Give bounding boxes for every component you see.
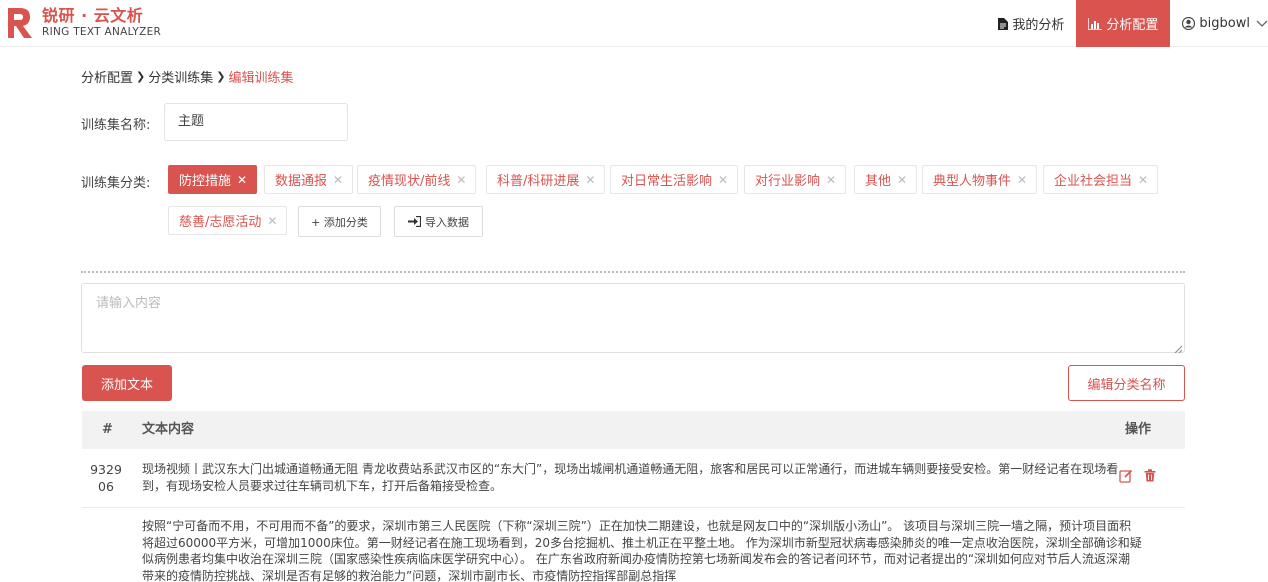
breadcrumb: 分析配置 ❯ 分类训练集 ❯ 编辑训练集 [81, 67, 293, 86]
edit-icon[interactable] [1119, 469, 1133, 483]
top-header: 锐研 · 云文析 RING TEXT ANALYZER 我的分析 分析配置 bi… [0, 0, 1268, 47]
breadcrumb-current: 编辑训练集 [228, 71, 294, 86]
breadcrumb-analysis-config[interactable]: 分析配置 [81, 67, 133, 86]
nav-analysis-config-label: 分析配置 [1106, 18, 1159, 33]
nav-my-analysis[interactable]: 我的分析 [986, 0, 1076, 47]
category-tag-label: 对日常生活影响 [621, 174, 713, 189]
close-icon[interactable]: ✕ [826, 173, 836, 187]
category-tag[interactable]: 企业社会担当 ✕ [1043, 165, 1159, 194]
column-header-content: 文本内容 [142, 422, 195, 437]
add-category-button[interactable]: + 添加分类 [298, 206, 381, 237]
brand-subtitle: RING TEXT ANALYZER [42, 25, 162, 38]
category-tag[interactable]: 慈善/志愿活动 ✕ [168, 206, 288, 235]
close-icon[interactable]: ✕ [267, 214, 277, 228]
category-tag[interactable]: 疫情现状/前线 ✕ [357, 165, 477, 194]
name-label: 训练集名称: [81, 118, 151, 133]
close-icon[interactable]: ✕ [718, 173, 728, 187]
close-icon[interactable]: ✕ [1138, 173, 1148, 187]
close-icon[interactable]: ✕ [897, 173, 907, 187]
brand-logo[interactable]: 锐研 · 云文析 RING TEXT ANALYZER [6, 4, 161, 40]
category-tag-label: 防控措施 [179, 174, 232, 189]
nav-my-analysis-label: 我的分析 [1012, 18, 1065, 33]
category-tag[interactable]: 数据通报 ✕ [264, 165, 354, 194]
table-header: # 文本内容 操作 [82, 411, 1185, 449]
chevron-right-icon: ❯ [216, 70, 226, 83]
column-header-actions: 操作 [1125, 422, 1152, 437]
column-header-index: # [102, 422, 113, 437]
sign-in-icon [408, 216, 421, 227]
category-tag[interactable]: 防控措施 ✕ [168, 165, 258, 194]
category-tag-label: 疫情现状/前线 [368, 174, 451, 189]
nav-analysis-config[interactable]: 分析配置 [1076, 0, 1171, 47]
resize-handle-icon[interactable] [1174, 342, 1183, 354]
category-label: 训练集分类: [81, 176, 151, 191]
close-icon[interactable]: ✕ [456, 173, 466, 187]
user-menu[interactable]: bigbowl [1170, 0, 1268, 47]
text-input[interactable]: 请输入内容 [81, 283, 1185, 354]
logo-mark-icon [6, 4, 34, 40]
category-tag-label: 科普/科研进展 [497, 174, 580, 189]
row-text: 按照“宁可备而不用，不可用而不备”的要求，深圳市第三人民医院（下称“深圳三院”）… [142, 519, 1142, 582]
breadcrumb-training-sets[interactable]: 分类训练集 [148, 67, 213, 86]
chevron-down-icon [1256, 20, 1268, 28]
top-nav: 我的分析 分析配置 bigbowl [986, 0, 1268, 47]
training-set-name-input[interactable]: 主题 [164, 103, 348, 141]
category-tag[interactable]: 对日常生活影响 ✕ [610, 165, 739, 194]
text-input-placeholder: 请输入内容 [96, 296, 162, 311]
category-tag-label: 企业社会担当 [1054, 174, 1133, 189]
category-tag[interactable]: 典型人物事件 ✕ [922, 165, 1038, 194]
brand-title: 锐研 · 云文析 [42, 5, 144, 25]
close-icon[interactable]: ✕ [1017, 173, 1027, 187]
category-tag[interactable]: 其他 ✕ [854, 165, 918, 194]
bar-chart-icon [1088, 17, 1103, 30]
row-text: 现场视频丨武汉东大门出城通道畅通无阻 青龙收费站系武汉市区的“东大门”，现场出城… [142, 462, 1119, 493]
table-row: 932906 现场视频丨武汉东大门出城通道畅通无阻 青龙收费站系武汉市区的“东大… [82, 449, 1185, 508]
user-name: bigbowl [1199, 16, 1250, 31]
category-tag[interactable]: 对行业影响 ✕ [744, 165, 847, 194]
row-actions [1119, 469, 1156, 483]
category-tag-label: 慈善/志愿活动 [179, 215, 262, 230]
close-icon[interactable]: ✕ [333, 173, 343, 187]
user-icon [1182, 17, 1196, 30]
category-tag-label: 典型人物事件 [933, 174, 1012, 189]
document-icon [998, 17, 1009, 30]
chevron-right-icon: ❯ [136, 70, 146, 83]
close-icon[interactable]: ✕ [237, 173, 247, 187]
row-id: 932906 [90, 462, 122, 494]
add-text-button[interactable]: 添加文本 [82, 365, 172, 401]
divider [81, 271, 1185, 273]
edit-category-name-button[interactable]: 编辑分类名称 [1068, 365, 1185, 401]
import-data-label: 导入数据 [425, 215, 469, 229]
close-icon[interactable]: ✕ [585, 173, 595, 187]
category-tag[interactable]: 科普/科研进展 ✕ [486, 165, 606, 194]
table-row: 按照“宁可备而不用，不可用而不备”的要求，深圳市第三人民医院（下称“深圳三院”）… [82, 509, 1185, 582]
category-tag-label: 对行业影响 [755, 174, 821, 189]
category-tag-label: 其他 [865, 174, 892, 189]
trash-icon[interactable] [1144, 469, 1156, 483]
category-tag-label: 数据通报 [275, 174, 328, 189]
import-data-button[interactable]: 导入数据 [394, 206, 483, 237]
